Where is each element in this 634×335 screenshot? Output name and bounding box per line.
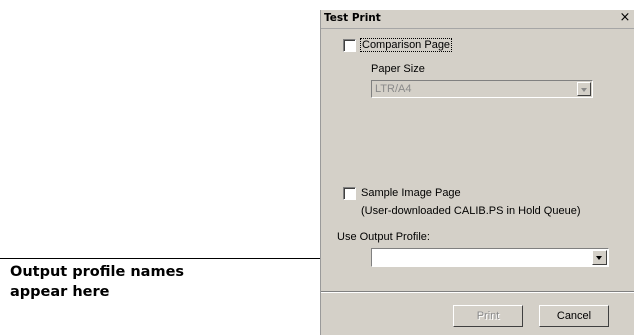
close-button[interactable]: ×: [618, 10, 632, 26]
chevron-down-icon: [596, 256, 602, 260]
paper-size-value: LTR/A4: [375, 83, 412, 95]
comparison-page-label[interactable]: Comparison Page: [359, 38, 453, 52]
output-profile-select[interactable]: [371, 248, 609, 267]
button-separator: [321, 291, 634, 293]
callout-leader-line: [0, 258, 370, 259]
paper-size-label: Paper Size: [371, 63, 425, 75]
dialog-title: Test Print: [324, 12, 381, 24]
sample-image-page-label[interactable]: Sample Image Page: [361, 187, 461, 199]
output-profile-label: Use Output Profile:: [337, 231, 430, 243]
chevron-down-icon: [581, 88, 587, 92]
title-bar: Test Print ×: [321, 10, 634, 29]
sample-image-note: (User-downloaded CALIB.PS in Hold Queue): [361, 205, 581, 217]
output-profile-dropdown-button[interactable]: [592, 250, 607, 265]
print-button[interactable]: Print: [453, 305, 523, 327]
sample-image-page-checkbox[interactable]: [343, 187, 356, 200]
test-print-dialog: Test Print × Comparison Page Paper Size …: [320, 10, 634, 335]
paper-size-select[interactable]: LTR/A4: [371, 80, 593, 98]
paper-size-dropdown-button[interactable]: [577, 82, 591, 96]
callout-text: Output profile names appear here: [10, 264, 185, 300]
comparison-page-checkbox[interactable]: [343, 39, 356, 52]
cancel-button[interactable]: Cancel: [539, 305, 609, 327]
